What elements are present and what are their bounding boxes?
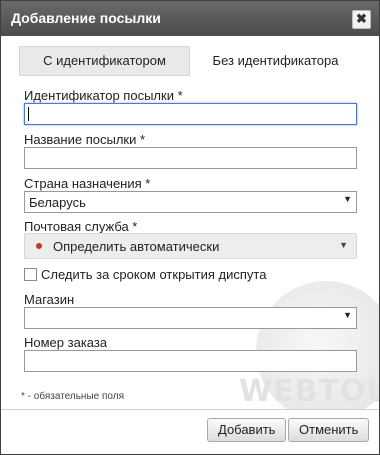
dispute-checkbox[interactable] <box>24 268 37 281</box>
status-dot-icon <box>36 243 42 249</box>
tracking-id-label: Идентификатор посылки * <box>24 88 183 103</box>
required-fields-note: * - обязательные поля <box>21 391 124 402</box>
watermark-text: WEBTOUS.RU <box>239 374 379 409</box>
order-number-input[interactable] <box>24 350 357 372</box>
tab-with-identifier[interactable]: С идентификатором <box>19 46 190 76</box>
store-label: Магазин <box>24 292 75 307</box>
package-name-input[interactable] <box>24 147 357 169</box>
package-name-label: Название посылки * <box>24 132 146 147</box>
close-icon[interactable]: ✖ <box>352 10 371 29</box>
store-select[interactable]: ▼ <box>24 307 357 329</box>
order-number-label: Номер заказа <box>24 335 108 350</box>
add-package-dialog: Добавление посылки ✖ С идентификатором Б… <box>0 0 380 455</box>
destination-country-label: Страна назначения * <box>24 176 151 191</box>
destination-country-select[interactable]: Беларусь ▼ <box>24 191 357 213</box>
dropdown-arrow-icon: ▼ <box>343 194 352 204</box>
destination-country-value: Беларусь <box>29 195 86 210</box>
dropdown-arrow-icon: ▼ <box>339 240 348 250</box>
postal-service-value: Определить автоматически <box>53 239 220 254</box>
text-caret <box>28 107 29 121</box>
cancel-button[interactable]: Отменить <box>288 418 370 442</box>
dispute-checkbox-label[interactable]: Следить за сроком открытия диспута <box>41 267 266 282</box>
dialog-title: Добавление посылки <box>11 10 161 26</box>
postal-service-select[interactable]: Определить автоматически ▼ <box>24 233 357 259</box>
dropdown-arrow-icon: ▼ <box>343 310 352 320</box>
tracking-id-input[interactable] <box>24 103 357 125</box>
tab-without-identifier[interactable]: Без идентификатора <box>190 46 361 76</box>
tab-bar: С идентификатором Без идентификатора <box>19 46 361 76</box>
add-button[interactable]: Добавить <box>207 418 287 442</box>
postal-service-label: Почтовая служба * <box>24 219 138 234</box>
dialog-titlebar: Добавление посылки ✖ <box>1 1 379 36</box>
